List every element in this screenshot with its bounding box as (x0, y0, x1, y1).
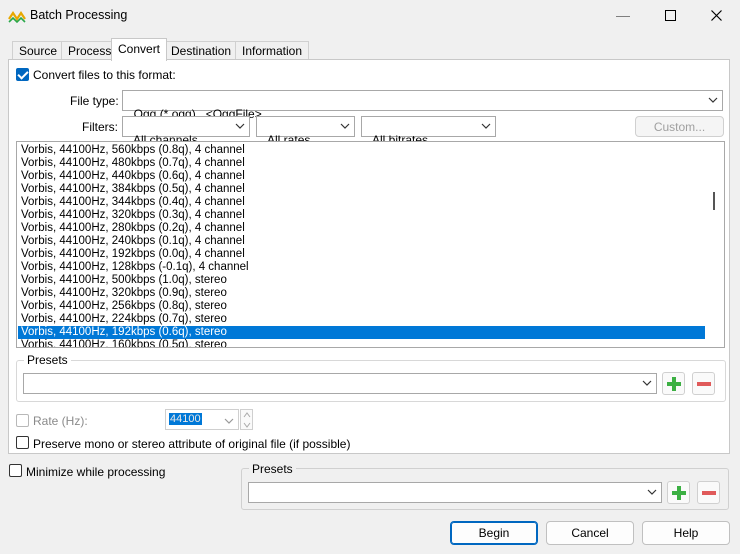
convert-presets-select[interactable] (23, 373, 657, 394)
chevron-down-icon (708, 97, 718, 103)
format-list[interactable]: Vorbis, 44100Hz, 560kbps (0.8q), 4 chann… (16, 141, 725, 348)
chevron-down-icon (481, 123, 491, 129)
chevron-down-icon (647, 489, 657, 495)
list-item[interactable]: Vorbis, 44100Hz, 160kbps (0.5q), stereo (18, 339, 706, 347)
format-list-scroll-thumb[interactable] (713, 192, 715, 210)
list-item[interactable]: Vorbis, 44100Hz, 192kbps (0.0q), 4 chann… (18, 248, 706, 261)
rate-label: Rate (Hz): (33, 414, 88, 428)
plus-icon (672, 486, 686, 500)
minimize-button[interactable]: — (600, 0, 646, 30)
help-button[interactable]: Help (642, 521, 730, 545)
chevron-down-icon (340, 123, 350, 129)
tab-convert[interactable]: Convert (111, 38, 168, 61)
convert-format-label: Convert files to this format: (33, 68, 176, 82)
rates-filter-select[interactable]: All rates (256, 116, 355, 147)
remove-preset-button[interactable] (692, 372, 715, 395)
list-item[interactable]: Vorbis, 44100Hz, 440kbps (0.6q), 4 chann… (18, 170, 706, 183)
batch-processing-app-icon (8, 11, 26, 24)
list-item[interactable]: Vorbis, 44100Hz, 256kbps (0.8q), stereo (18, 300, 706, 313)
minimize-while-processing-checkbox[interactable] (9, 464, 22, 477)
tab-source[interactable]: Source (12, 41, 65, 60)
rate-combo[interactable]: 44100 (165, 409, 239, 430)
list-item[interactable]: Vorbis, 44100Hz, 320kbps (0.9q), stereo (18, 287, 706, 300)
spin-down-icon (243, 422, 251, 428)
list-item[interactable]: Vorbis, 44100Hz, 224kbps (0.7q), stereo (18, 313, 706, 326)
convert-format-checkbox[interactable] (16, 68, 29, 81)
file-type-select[interactable]: Ogg (*.ogg) <OggFile> (122, 90, 723, 121)
minimize-icon: — (616, 7, 630, 23)
cancel-button[interactable]: Cancel (546, 521, 634, 545)
footer-presets-title: Presets (249, 462, 296, 476)
list-item[interactable]: Vorbis, 44100Hz, 480kbps (0.7q), 4 chann… (18, 157, 706, 170)
tab-information[interactable]: Information (235, 41, 310, 60)
remove-footer-preset-button[interactable] (697, 481, 720, 504)
list-item[interactable]: Vorbis, 44100Hz, 280kbps (0.2q), 4 chann… (18, 222, 706, 235)
add-preset-button[interactable] (662, 372, 685, 395)
chevron-down-icon (224, 418, 234, 424)
footer-presets-select[interactable] (248, 482, 662, 503)
list-item[interactable]: Vorbis, 44100Hz, 240kbps (0.1q), 4 chann… (18, 235, 706, 248)
minus-icon (702, 491, 716, 495)
rate-checkbox[interactable] (16, 414, 29, 427)
preserve-channels-checkbox[interactable] (16, 436, 29, 449)
minimize-while-processing-label: Minimize while processing (26, 465, 166, 479)
plus-icon (667, 377, 681, 391)
custom-format-button[interactable]: Custom... (635, 116, 724, 137)
chevron-down-icon (235, 123, 245, 129)
convert-presets-title: Presets (24, 353, 71, 367)
list-item[interactable]: Vorbis, 44100Hz, 320kbps (0.3q), 4 chann… (18, 209, 706, 222)
file-type-label: File type: (70, 94, 119, 108)
bitrates-filter-select[interactable]: All bitrates (361, 116, 496, 147)
close-button[interactable] (693, 0, 739, 30)
channels-filter-select[interactable]: All channels (122, 116, 250, 147)
list-item[interactable]: Vorbis, 44100Hz, 128kbps (-0.1q), 4 chan… (18, 261, 706, 274)
filters-label: Filters: (82, 120, 118, 134)
format-list-scrollbar[interactable] (705, 142, 724, 347)
list-item[interactable]: Vorbis, 44100Hz, 560kbps (0.8q), 4 chann… (18, 144, 706, 157)
list-item[interactable]: Vorbis, 44100Hz, 384kbps (0.5q), 4 chann… (18, 183, 706, 196)
rate-spin-buttons[interactable] (240, 409, 253, 430)
maximize-button[interactable] (647, 0, 693, 30)
window-title: Batch Processing (30, 8, 128, 22)
begin-button[interactable]: Begin (450, 521, 538, 545)
list-item-selected[interactable]: Vorbis, 44100Hz, 192kbps (0.6q), stereo (18, 326, 706, 339)
rate-value: 44100 (169, 413, 202, 425)
tab-destination[interactable]: Destination (164, 41, 239, 60)
list-item[interactable]: Vorbis, 44100Hz, 344kbps (0.4q), 4 chann… (18, 196, 706, 209)
close-icon (710, 9, 722, 21)
list-item[interactable]: Vorbis, 44100Hz, 500kbps (1.0q), stereo (18, 274, 706, 287)
tab-process[interactable]: Process (61, 41, 119, 60)
minus-icon (697, 382, 711, 386)
preserve-channels-label: Preserve mono or stereo attribute of ori… (33, 437, 351, 451)
spin-up-icon (243, 412, 251, 418)
maximize-icon (664, 9, 676, 21)
chevron-down-icon (642, 380, 652, 386)
add-footer-preset-button[interactable] (667, 481, 690, 504)
